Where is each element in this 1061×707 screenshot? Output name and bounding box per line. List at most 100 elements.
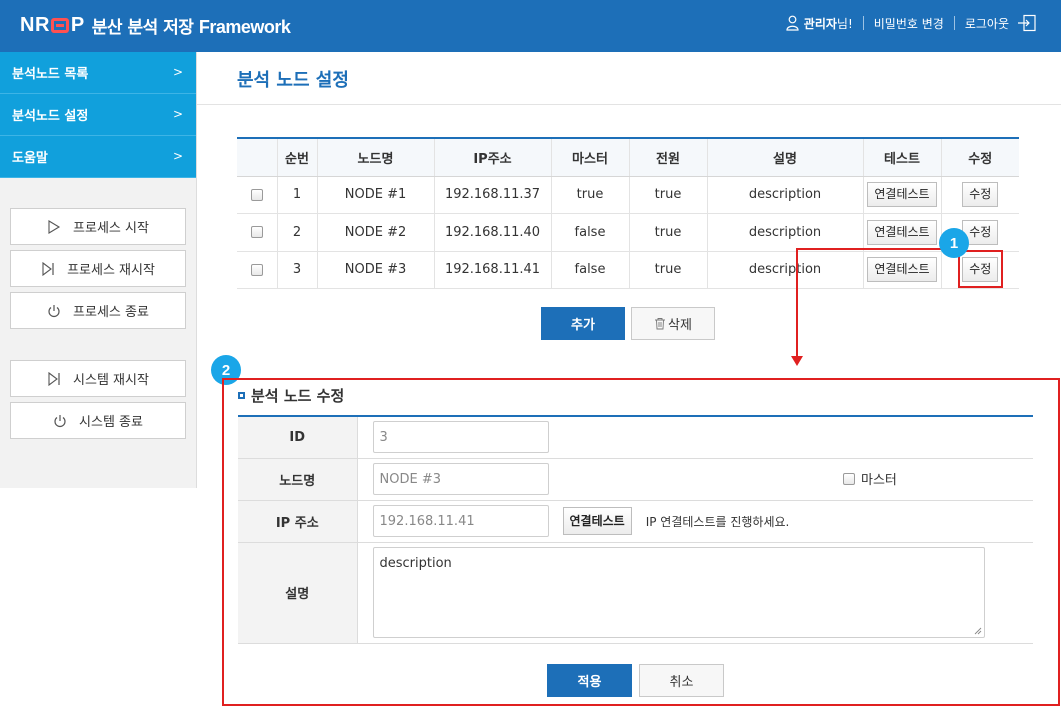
ip-hint: IP 연결테스트를 진행하세요.: [645, 514, 790, 529]
description-text: description: [379, 556, 452, 571]
test-cell: 연결테스트: [862, 251, 941, 289]
description-cell: description: [357, 542, 1033, 644]
change-password-link[interactable]: 비밀번호 변경: [874, 15, 944, 32]
connection-test-button[interactable]: 연결테스트: [867, 182, 937, 208]
id-label: ID: [238, 416, 358, 459]
sidebar-item-help[interactable]: 도움말 >: [0, 136, 196, 178]
cancel-button[interactable]: 취소: [639, 664, 724, 697]
callout-badge-1: 1: [939, 228, 969, 258]
logo-title: 분산 분석 저장 Framework: [92, 13, 291, 38]
process-stop-button[interactable]: 프로세스 종료: [10, 292, 186, 329]
logo-mark: N R P: [20, 14, 84, 37]
sidebar-item-node-list[interactable]: 분석노드 목록 >: [0, 52, 196, 94]
sidebar-item-node-settings[interactable]: 분석노드 설정 >: [0, 94, 196, 136]
table-cell: 2: [276, 213, 317, 252]
table-cell: description: [706, 213, 863, 252]
logo-letter-n: N: [20, 13, 34, 36]
edit-highlight-box: [958, 250, 1003, 288]
ip-field[interactable]: 192.168.11.41: [372, 505, 549, 537]
table-cell: false: [550, 251, 629, 289]
system-shutdown-button[interactable]: 시스템 종료: [10, 402, 186, 439]
column-header: 마스터: [550, 137, 629, 177]
column-header: IP주소: [433, 137, 551, 177]
apply-button[interactable]: 적용: [547, 664, 632, 697]
master-cell: 마스터: [828, 458, 1033, 501]
chevron-right-icon: >: [172, 107, 183, 121]
node-table: 순번 노드명 IP주소 마스터 전원 설명 테스트 수정 1 NODE #1 1…: [237, 137, 1019, 289]
id-field[interactable]: 3: [372, 421, 549, 454]
edit-button[interactable]: 수정: [962, 182, 999, 208]
edit-cell: 수정: [940, 176, 1019, 214]
master-label: 마스터: [861, 473, 897, 489]
table-cell: 192.168.11.41: [433, 251, 551, 289]
sidebar-item-label: 분석노드 설정: [12, 109, 89, 124]
restart-icon: [48, 371, 60, 386]
id-cell: 3: [357, 416, 1033, 459]
button-label: 삭제: [668, 318, 692, 333]
form-row-description: 설명 description: [238, 542, 1033, 644]
user-name: 관리자님!: [803, 16, 853, 31]
square-bullet-icon: [238, 392, 245, 399]
table-cell: true: [628, 213, 707, 252]
process-restart-button[interactable]: 프로세스 재시작: [10, 250, 186, 287]
ip-cell: 192.168.11.41 연결테스트 IP 연결테스트를 진행하세요.: [357, 500, 1034, 543]
connection-test-button[interactable]: 연결테스트: [562, 507, 632, 535]
logout-link[interactable]: 로그아웃: [965, 15, 1009, 32]
callout-connector: [796, 248, 958, 250]
node-name-field[interactable]: NODE #3: [372, 463, 549, 495]
table-cell: 192.168.11.40: [433, 213, 551, 252]
table-cell: 1: [276, 176, 317, 214]
form-row-id: ID 3: [238, 416, 1033, 459]
logout-icon[interactable]: [1017, 14, 1037, 32]
logo-letter-p: P: [70, 13, 84, 36]
connection-test-button[interactable]: 연결테스트: [867, 257, 937, 283]
sidebar-item-label: 분석노드 목록: [12, 67, 89, 82]
system-restart-button[interactable]: 시스템 재시작: [10, 360, 186, 397]
description-label: 설명: [238, 542, 358, 644]
sidebar-item-label: 도움말: [12, 151, 48, 166]
description-textarea[interactable]: description: [372, 547, 985, 638]
power-icon: [48, 304, 60, 317]
column-header: 수정: [940, 137, 1019, 177]
table-cell: NODE #1: [316, 176, 434, 214]
button-label: 프로세스 재시작: [67, 263, 155, 278]
section-title-text: 분석 노드 수정: [251, 387, 345, 405]
add-button[interactable]: 추가: [541, 307, 625, 340]
table-cell: description: [706, 251, 863, 289]
table-row: 3 NODE #3 192.168.11.41 false true descr…: [237, 251, 1019, 289]
ip-label: IP 주소: [238, 500, 358, 543]
row-checkbox[interactable]: [250, 188, 263, 201]
master-checkbox[interactable]: [843, 472, 855, 485]
user-icon: [786, 15, 799, 31]
connection-test-button[interactable]: 연결테스트: [867, 219, 937, 245]
button-label: 프로세스 시작: [73, 221, 149, 236]
power-icon: [54, 414, 66, 427]
button-label: 프로세스 종료: [73, 305, 149, 320]
app-logo[interactable]: N R P 분산 분석 저장 Framework: [20, 13, 291, 38]
row-select-cell: [237, 251, 277, 289]
column-header: [237, 137, 277, 177]
column-header: 노드명: [316, 137, 434, 177]
page-title: 분석 노드 설정: [237, 70, 349, 91]
trash-icon: [655, 318, 666, 330]
row-checkbox[interactable]: [250, 226, 263, 239]
master-option: 마스터: [843, 469, 897, 488]
title-divider: [197, 104, 1061, 105]
ip-row: 192.168.11.41 연결테스트 IP 연결테스트를 진행하세요.: [372, 505, 1034, 537]
row-checkbox[interactable]: [250, 263, 263, 276]
button-label: 시스템 재시작: [73, 373, 149, 388]
column-header: 설명: [706, 137, 863, 177]
table-cell: true: [628, 251, 707, 289]
edit-node-form: ID 3 노드명 NODE #3 마스터 IP 주소 192.168.11.41…: [238, 415, 1033, 644]
form-row-ip: IP 주소 192.168.11.41 연결테스트 IP 연결테스트를 진행하세…: [238, 500, 1034, 543]
play-icon: [48, 219, 61, 234]
header-divider: [862, 16, 864, 30]
sidebar: 분석노드 목록 > 분석노드 설정 > 도움말 > 프로세스 시작 프로세스 재…: [0, 52, 197, 488]
header-divider: [953, 16, 955, 30]
table-cell: description: [706, 176, 863, 214]
process-start-button[interactable]: 프로세스 시작: [10, 208, 186, 245]
top-header: N R P 분산 분석 저장 Framework 관리자님! 비밀번호 변경 로…: [0, 0, 1061, 52]
resize-grip-icon[interactable]: [974, 627, 982, 635]
name-cell: NODE #3: [357, 458, 828, 501]
delete-button[interactable]: 삭제: [631, 307, 715, 340]
